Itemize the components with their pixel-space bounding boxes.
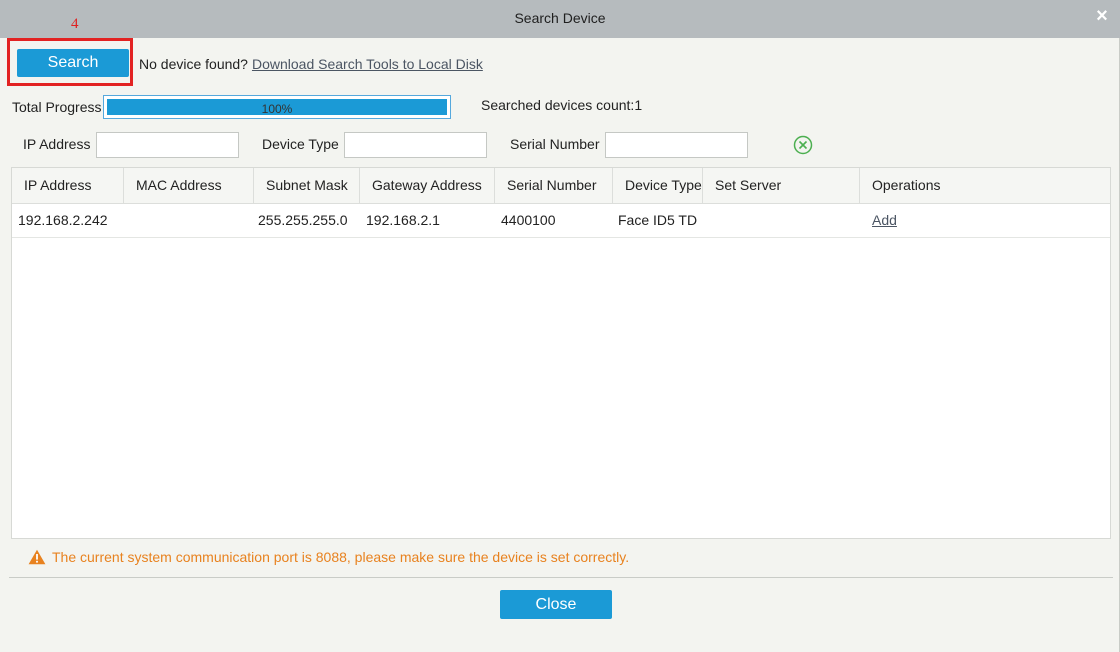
column-header-operations[interactable]: Operations <box>860 168 1110 203</box>
progress-text: 100% <box>261 102 293 116</box>
ip-address-label: IP Address <box>23 136 91 152</box>
device-table: IP Address MAC Address Subnet Mask Gatew… <box>11 167 1111 539</box>
add-device-link[interactable]: Add <box>872 212 897 228</box>
annotation-step-number: 4 <box>71 16 79 32</box>
clear-filter-icon[interactable] <box>793 135 813 155</box>
titlebar: Search Device × <box>0 0 1120 38</box>
no-device-message: No device found? Download Search Tools to… <box>139 56 483 72</box>
warning-triangle-icon <box>28 549 46 565</box>
cell-device-type: Face ID5 TD <box>618 212 698 228</box>
total-progress-label: Total Progress <box>12 99 102 115</box>
device-type-input[interactable] <box>344 132 487 158</box>
serial-number-label: Serial Number <box>510 136 600 152</box>
close-button[interactable]: Close <box>500 590 612 619</box>
table-row[interactable]: 192.168.2.242 255.255.255.0 192.168.2.1 … <box>12 204 1110 238</box>
port-warning: The current system communication port is… <box>28 549 629 565</box>
column-header-serial-number[interactable]: Serial Number <box>495 168 613 203</box>
cell-operations: Add <box>872 204 897 237</box>
dialog-title: Search Device <box>514 10 606 26</box>
search-device-dialog: Search Device × 4 Search No device found… <box>0 0 1120 652</box>
cell-gateway-address: 192.168.2.1 <box>366 212 440 228</box>
table-header: IP Address MAC Address Subnet Mask Gatew… <box>12 168 1110 204</box>
device-type-label: Device Type <box>262 136 339 152</box>
close-icon[interactable]: × <box>1094 6 1110 26</box>
download-search-tools-link[interactable]: Download Search Tools to Local Disk <box>252 56 483 72</box>
search-button[interactable]: Search <box>17 49 129 77</box>
footer-divider <box>9 577 1113 578</box>
column-header-gateway-address[interactable]: Gateway Address <box>360 168 495 203</box>
cell-serial-number: 4400100 <box>501 212 556 228</box>
warning-text: The current system communication port is… <box>52 549 630 565</box>
no-device-text: No device found? <box>139 56 248 72</box>
column-header-device-type[interactable]: Device Type <box>613 168 703 203</box>
column-header-ip-address[interactable]: IP Address <box>12 168 124 203</box>
cell-ip-address: 192.168.2.242 <box>18 212 108 228</box>
serial-number-input[interactable] <box>605 132 748 158</box>
column-header-set-server[interactable]: Set Server <box>703 168 860 203</box>
progress-bar: 100% <box>103 95 451 119</box>
cell-subnet-mask: 255.255.255.0 <box>258 212 348 228</box>
searched-count: Searched devices count:1 <box>481 97 643 113</box>
column-header-subnet-mask[interactable]: Subnet Mask <box>254 168 360 203</box>
ip-address-input[interactable] <box>96 132 239 158</box>
column-header-mac-address[interactable]: MAC Address <box>124 168 254 203</box>
